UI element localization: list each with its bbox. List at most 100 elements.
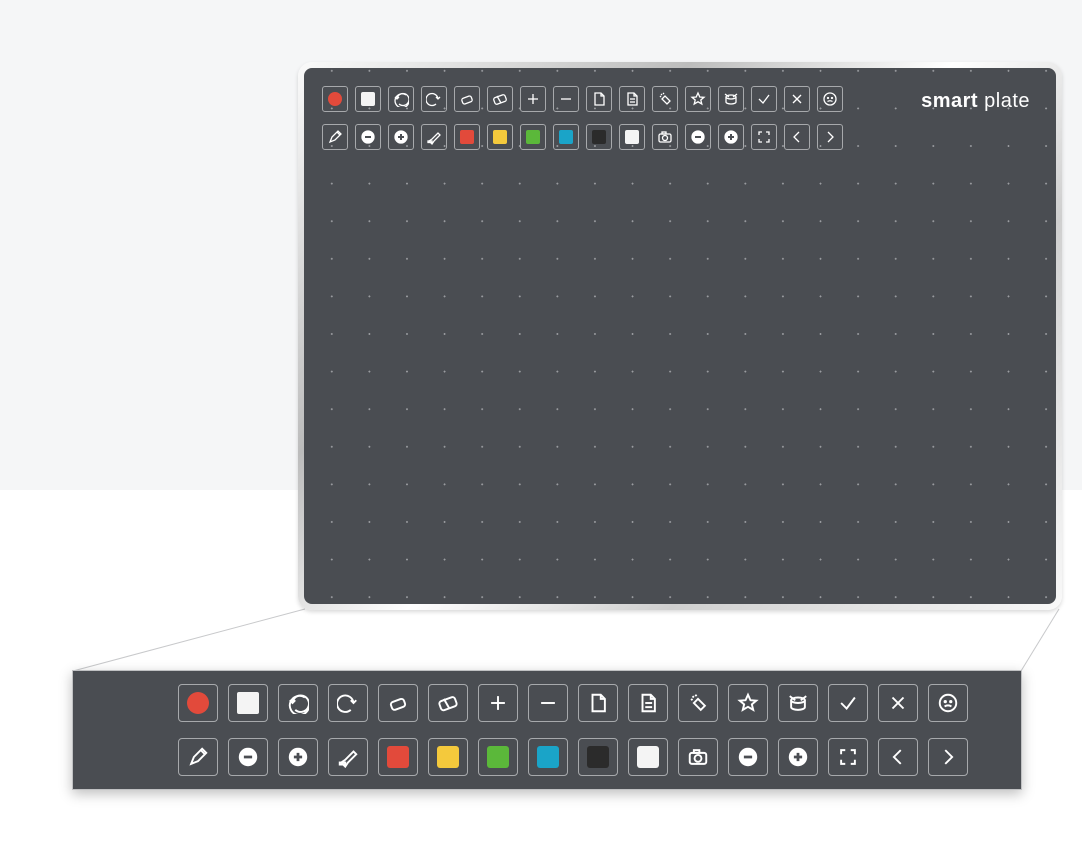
plus-icon [525, 91, 541, 107]
drum-button[interactable] [778, 684, 818, 722]
confirm-button[interactable] [751, 86, 777, 112]
prev-button[interactable] [784, 124, 810, 150]
redo-icon [337, 692, 359, 714]
zoom-out-button[interactable] [728, 738, 768, 776]
swatch-icon [487, 746, 509, 768]
pen-button[interactable] [178, 738, 218, 776]
document-button[interactable] [628, 684, 668, 722]
increase-button[interactable] [388, 124, 414, 150]
circle-minus-icon [737, 746, 759, 768]
confirm-button[interactable] [828, 684, 868, 722]
next-button[interactable] [928, 738, 968, 776]
toolbar-detail-row-2 [178, 738, 1022, 776]
star-icon [690, 91, 706, 107]
add-button[interactable] [520, 86, 546, 112]
cancel-button[interactable] [784, 86, 810, 112]
stop-button[interactable] [355, 86, 381, 112]
star-button[interactable] [685, 86, 711, 112]
color-yellow-button[interactable] [428, 738, 468, 776]
minus-icon [558, 91, 574, 107]
zoom-in-button[interactable] [718, 124, 744, 150]
color-red-button[interactable] [378, 738, 418, 776]
remove-button[interactable] [553, 86, 579, 112]
redo-button[interactable] [328, 684, 368, 722]
doc-icon [637, 692, 659, 714]
color-green-button[interactable] [520, 124, 546, 150]
drawing-surface[interactable]: smart plate [304, 68, 1056, 604]
clap-button[interactable] [678, 684, 718, 722]
color-red-button[interactable] [454, 124, 480, 150]
record-button[interactable] [178, 684, 218, 722]
swatch-icon [460, 130, 474, 144]
add-button[interactable] [478, 684, 518, 722]
document-button[interactable] [619, 86, 645, 112]
eraser-large-button[interactable] [487, 86, 513, 112]
doc-icon [624, 91, 640, 107]
prev-button[interactable] [878, 738, 918, 776]
increase-button[interactable] [278, 738, 318, 776]
color-green-button[interactable] [478, 738, 518, 776]
redo-icon [426, 91, 442, 107]
stop-icon [237, 692, 259, 714]
drum-icon [787, 692, 809, 714]
drum-button[interactable] [718, 86, 744, 112]
camera-button[interactable] [678, 738, 718, 776]
decrease-button[interactable] [228, 738, 268, 776]
swatch-icon [625, 130, 639, 144]
pen-button[interactable] [322, 124, 348, 150]
stop-button[interactable] [228, 684, 268, 722]
decrease-button[interactable] [355, 124, 381, 150]
toolbar-detail-panel [72, 670, 1022, 790]
pen-icon [187, 746, 209, 768]
eraser-icon [387, 692, 409, 714]
star-icon [737, 692, 759, 714]
eraser-icon [459, 91, 475, 107]
color-yellow-button[interactable] [487, 124, 513, 150]
fullscreen-button[interactable] [751, 124, 777, 150]
swatch-icon [592, 130, 606, 144]
zoom-out-button[interactable] [685, 124, 711, 150]
color-white-button[interactable] [619, 124, 645, 150]
pen-icon [327, 129, 343, 145]
color-teal-button[interactable] [528, 738, 568, 776]
eraser-large-button[interactable] [428, 684, 468, 722]
swatch-icon [637, 746, 659, 768]
star-button[interactable] [728, 684, 768, 722]
undo-button[interactable] [388, 86, 414, 112]
check-icon [756, 91, 772, 107]
undo-button[interactable] [278, 684, 318, 722]
color-teal-button[interactable] [553, 124, 579, 150]
clap-button[interactable] [652, 86, 678, 112]
smart-plate-board: smart plate [298, 62, 1062, 610]
face-button[interactable] [817, 86, 843, 112]
eraser-big-icon [437, 692, 459, 714]
x-icon [887, 692, 909, 714]
color-black-button[interactable] [578, 738, 618, 776]
record-button[interactable] [322, 86, 348, 112]
redo-button[interactable] [421, 86, 447, 112]
zoom-in-button[interactable] [778, 738, 818, 776]
remove-button[interactable] [528, 684, 568, 722]
fullscreen-button[interactable] [828, 738, 868, 776]
check-icon [837, 692, 859, 714]
next-button[interactable] [817, 124, 843, 150]
color-white-button[interactable] [628, 738, 668, 776]
circle-plus-icon [787, 746, 809, 768]
page-button[interactable] [586, 86, 612, 112]
face-button[interactable] [928, 684, 968, 722]
circle-minus-icon [360, 129, 376, 145]
dot-icon [328, 92, 342, 106]
highlighter-button[interactable] [421, 124, 447, 150]
expand-icon [837, 746, 859, 768]
page-button[interactable] [578, 684, 618, 722]
color-black-button[interactable] [586, 124, 612, 150]
toolbar-detail-row-1 [178, 684, 1022, 722]
eraser-small-button[interactable] [378, 684, 418, 722]
highlighter-button[interactable] [328, 738, 368, 776]
expand-icon [756, 129, 772, 145]
eraser-small-button[interactable] [454, 86, 480, 112]
undo-icon [287, 692, 309, 714]
swatch-icon [526, 130, 540, 144]
camera-button[interactable] [652, 124, 678, 150]
cancel-button[interactable] [878, 684, 918, 722]
